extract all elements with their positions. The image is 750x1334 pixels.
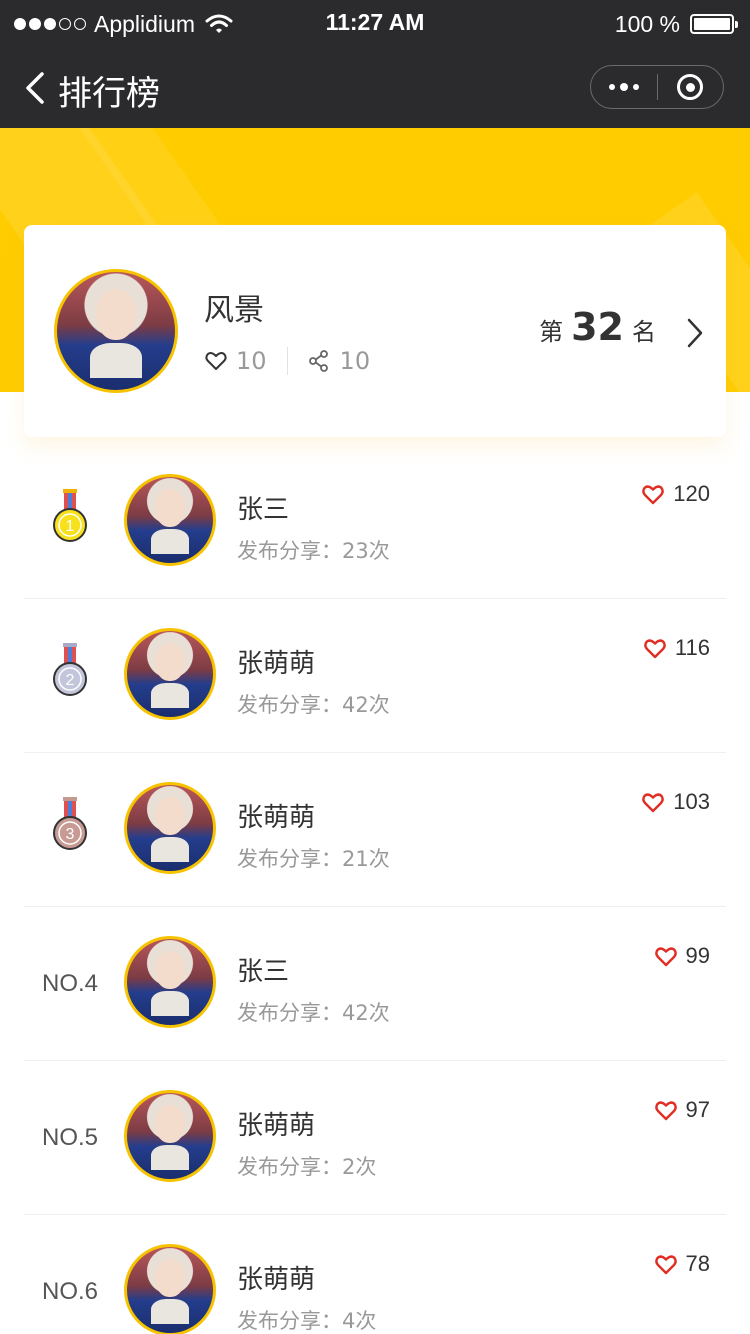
rank-label: NO.5 bbox=[41, 1124, 98, 1151]
rank-prefix: 第 bbox=[539, 318, 564, 346]
like-number: 103 bbox=[673, 789, 710, 814]
silver-medal-icon: 2 bbox=[53, 643, 87, 696]
list-item[interactable]: 3 张萌萌 发布分享：21次 103 bbox=[24, 753, 726, 907]
user-name: 张萌萌 bbox=[237, 1265, 316, 1295]
like-number: 97 bbox=[685, 1097, 710, 1122]
like-count[interactable]: 116 bbox=[643, 635, 710, 661]
share-count: 发布分享：2次 bbox=[237, 1155, 377, 1179]
like-count[interactable]: 103 bbox=[641, 789, 710, 815]
my-rank-card[interactable]: 风景 10 10 第 32 名 bbox=[24, 225, 726, 437]
my-likes: 10 bbox=[204, 347, 267, 375]
rank-label: NO.6 bbox=[41, 1278, 98, 1305]
user-name: 张三 bbox=[237, 495, 290, 525]
avatar bbox=[124, 782, 216, 874]
list-item[interactable]: NO.5 张萌萌 发布分享：2次 97 bbox=[24, 1061, 726, 1215]
my-name: 风景 bbox=[204, 293, 264, 328]
avatar bbox=[124, 1090, 216, 1182]
avatar bbox=[124, 474, 216, 566]
rank-col: NO.6 bbox=[24, 1215, 116, 1334]
bronze-medal-icon: 3 bbox=[53, 797, 87, 850]
share-icon bbox=[308, 350, 328, 372]
nav-bar: 排行榜 bbox=[0, 48, 750, 128]
my-shares: 10 bbox=[308, 347, 371, 375]
user-name: 张萌萌 bbox=[237, 649, 316, 679]
close-target-icon[interactable] bbox=[658, 66, 724, 108]
back-chevron-icon[interactable] bbox=[22, 70, 52, 106]
heart-icon bbox=[654, 1101, 677, 1121]
heart-icon bbox=[644, 639, 666, 659]
list-item[interactable]: NO.6 张萌萌 发布分享：4次 78 bbox=[24, 1215, 726, 1334]
avatar bbox=[124, 936, 216, 1028]
rank-col: NO.4 bbox=[24, 907, 116, 1061]
page-title: 排行榜 bbox=[58, 74, 160, 114]
chevron-right-icon[interactable] bbox=[684, 317, 706, 349]
list-item[interactable]: 2 张萌萌 发布分享：42次 116 bbox=[24, 599, 726, 753]
share-count: 发布分享：4次 bbox=[237, 1309, 377, 1333]
my-shares-count: 10 bbox=[339, 347, 371, 375]
mini-program-capsule bbox=[590, 65, 724, 109]
status-bar: Applidium 11:27 AM 100 % bbox=[0, 0, 750, 48]
my-stats: 10 10 bbox=[204, 343, 370, 379]
gold-medal-icon: 1 bbox=[53, 489, 87, 542]
like-number: 120 bbox=[673, 481, 710, 506]
like-count[interactable]: 120 bbox=[641, 481, 710, 507]
like-number: 99 bbox=[685, 943, 710, 968]
battery-icon bbox=[690, 14, 738, 34]
heart-icon bbox=[642, 793, 665, 813]
avatar bbox=[54, 269, 178, 393]
user-name: 张萌萌 bbox=[237, 1111, 316, 1141]
share-count: 发布分享：42次 bbox=[237, 693, 390, 717]
battery-percent: 100 % bbox=[614, 10, 680, 37]
avatar bbox=[124, 1244, 216, 1334]
rank-col: 3 bbox=[24, 753, 116, 907]
avatar bbox=[124, 628, 216, 720]
rank-col: 1 bbox=[24, 445, 116, 599]
my-rank: 第 32 名 bbox=[539, 305, 656, 349]
stats-divider bbox=[286, 347, 288, 375]
user-name: 张三 bbox=[237, 957, 290, 987]
like-count[interactable]: 97 bbox=[654, 1097, 710, 1123]
heart-icon bbox=[642, 485, 665, 505]
status-right: 100 % bbox=[614, 9, 738, 39]
share-count: 发布分享：21次 bbox=[237, 847, 390, 871]
like-number: 78 bbox=[685, 1251, 710, 1276]
like-number: 116 bbox=[674, 635, 710, 660]
ranking-list: 1 张三 发布分享：23次 120 2 张萌萌 发布分享：42次 116 3 张… bbox=[24, 445, 726, 1334]
share-count: 发布分享：42次 bbox=[237, 1001, 390, 1025]
more-dots-icon[interactable] bbox=[591, 66, 657, 108]
heart-outline-icon bbox=[205, 352, 227, 370]
rank-col: 2 bbox=[24, 599, 116, 753]
svg-text:3: 3 bbox=[66, 826, 75, 843]
heart-icon bbox=[654, 947, 677, 967]
like-count[interactable]: 78 bbox=[654, 1251, 710, 1277]
rank-col: NO.5 bbox=[24, 1061, 116, 1215]
svg-text:1: 1 bbox=[66, 518, 75, 535]
rank-label: NO.4 bbox=[41, 970, 98, 997]
list-item[interactable]: 1 张三 发布分享：23次 120 bbox=[24, 445, 726, 599]
user-name: 张萌萌 bbox=[237, 803, 316, 833]
like-count[interactable]: 99 bbox=[654, 943, 710, 969]
my-likes-count: 10 bbox=[236, 347, 267, 375]
rank-suffix: 名 bbox=[632, 318, 656, 346]
list-item[interactable]: NO.4 张三 发布分享：42次 99 bbox=[24, 907, 726, 1061]
svg-text:2: 2 bbox=[66, 672, 75, 689]
heart-icon bbox=[654, 1255, 677, 1275]
rank-number: 32 bbox=[571, 305, 624, 349]
share-count: 发布分享：23次 bbox=[237, 539, 390, 563]
